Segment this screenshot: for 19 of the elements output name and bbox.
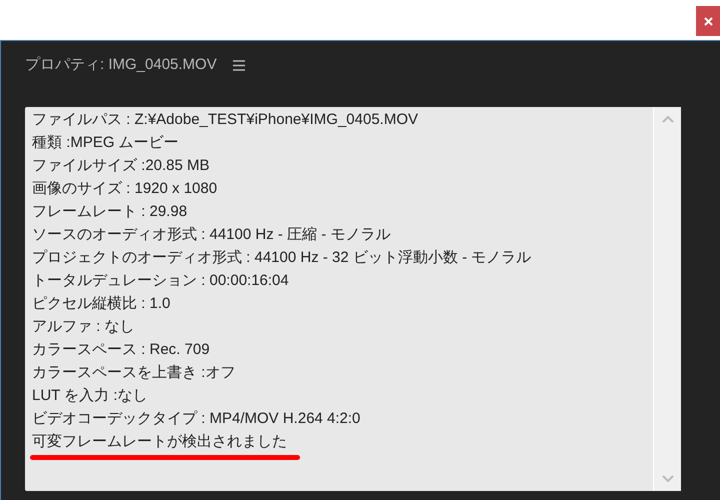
property-line: カラースペース : Rec. 709: [32, 340, 210, 360]
property-line: ファイルサイズ :20.85 MB: [32, 156, 210, 176]
property-line: トータルデュレーション : 00:00:16:04: [32, 271, 289, 291]
property-line: ビデオコーデックタイプ : MP4/MOV H.264 4:2:0: [32, 409, 360, 429]
property-line: ファイルパス : Z:¥Adobe_TEST¥iPhone¥IMG_0405.MOV: [32, 110, 418, 130]
property-line: LUT を入力 :なし: [32, 386, 148, 406]
property-line: プロジェクトのオーディオ形式 : 44100 Hz - 32 ビット浮動小数 - モノラル: [32, 248, 532, 268]
menu-icon[interactable]: [232, 60, 245, 71]
property-line: ソースのオーディオ形式 : 44100 Hz - 圧縮 - モノラル: [32, 225, 390, 245]
property-line: カラースペースを上書き :オフ: [32, 363, 236, 383]
property-line: ピクセル縦横比 : 1.0: [32, 294, 170, 314]
property-line: 種類 :MPEG ムービー: [32, 133, 179, 153]
panel-title: プロパティ: IMG_0405.MOV: [25, 55, 217, 75]
property-line: 画像のサイズ : 1920 x 1080: [32, 179, 218, 199]
property-line: アルファ : なし: [32, 317, 135, 337]
property-line: フレームレート : 29.98: [32, 202, 188, 222]
property-line: 可変フレームレートが検出されました: [32, 432, 287, 452]
close-icon: [704, 16, 712, 26]
close-button[interactable]: [696, 6, 720, 36]
